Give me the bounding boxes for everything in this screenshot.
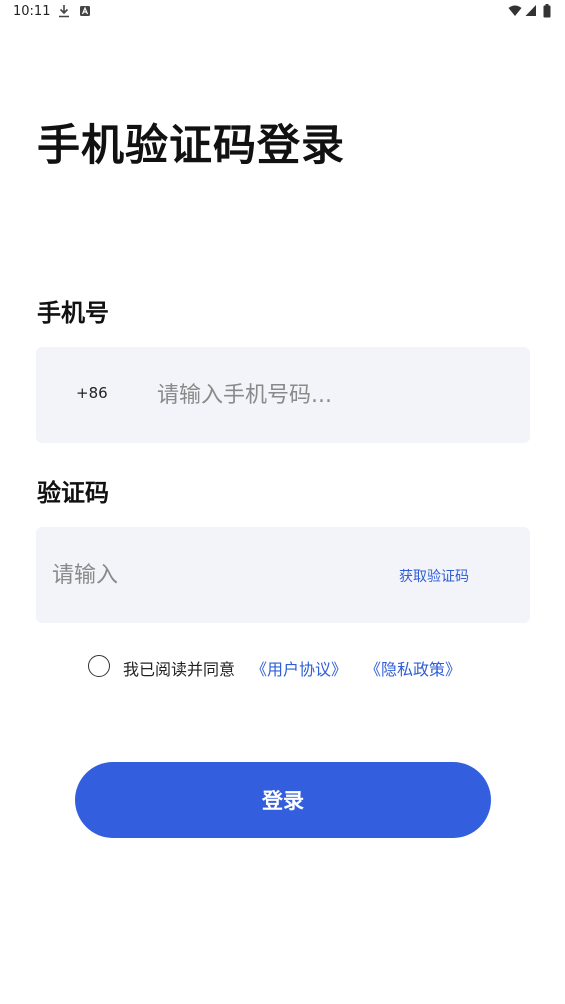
code-label: 验证码 xyxy=(37,479,109,507)
code-field: 获取验证码 xyxy=(36,527,530,623)
login-screen: 10:11 手机验证码登录 手机号 +86 验证码 获取验证码 我已阅读并同意 … xyxy=(0,0,565,1004)
phone-field: +86 xyxy=(36,347,530,443)
verification-code-input[interactable] xyxy=(52,558,352,592)
get-code-button[interactable]: 获取验证码 xyxy=(399,566,469,586)
country-code-selector[interactable]: +86 xyxy=(76,384,108,402)
status-bar: 10:11 xyxy=(0,0,565,24)
download-icon xyxy=(59,5,69,18)
battery-icon xyxy=(543,4,551,18)
login-button[interactable]: 登录 xyxy=(75,762,491,838)
agreement-text: 我已阅读并同意 xyxy=(123,660,236,679)
phone-input[interactable] xyxy=(157,378,497,412)
page-title: 手机验证码登录 xyxy=(37,121,345,171)
signal-icon xyxy=(525,5,536,16)
privacy-policy-link[interactable]: 《隐私政策》 xyxy=(365,656,461,680)
wifi-icon xyxy=(508,5,522,16)
a-icon xyxy=(80,6,90,16)
phone-label: 手机号 xyxy=(37,299,109,327)
status-time: 10:11 xyxy=(13,4,51,19)
agreement-checkbox[interactable] xyxy=(88,655,110,677)
user-agreement-link[interactable]: 《用户协议》 xyxy=(251,656,347,680)
